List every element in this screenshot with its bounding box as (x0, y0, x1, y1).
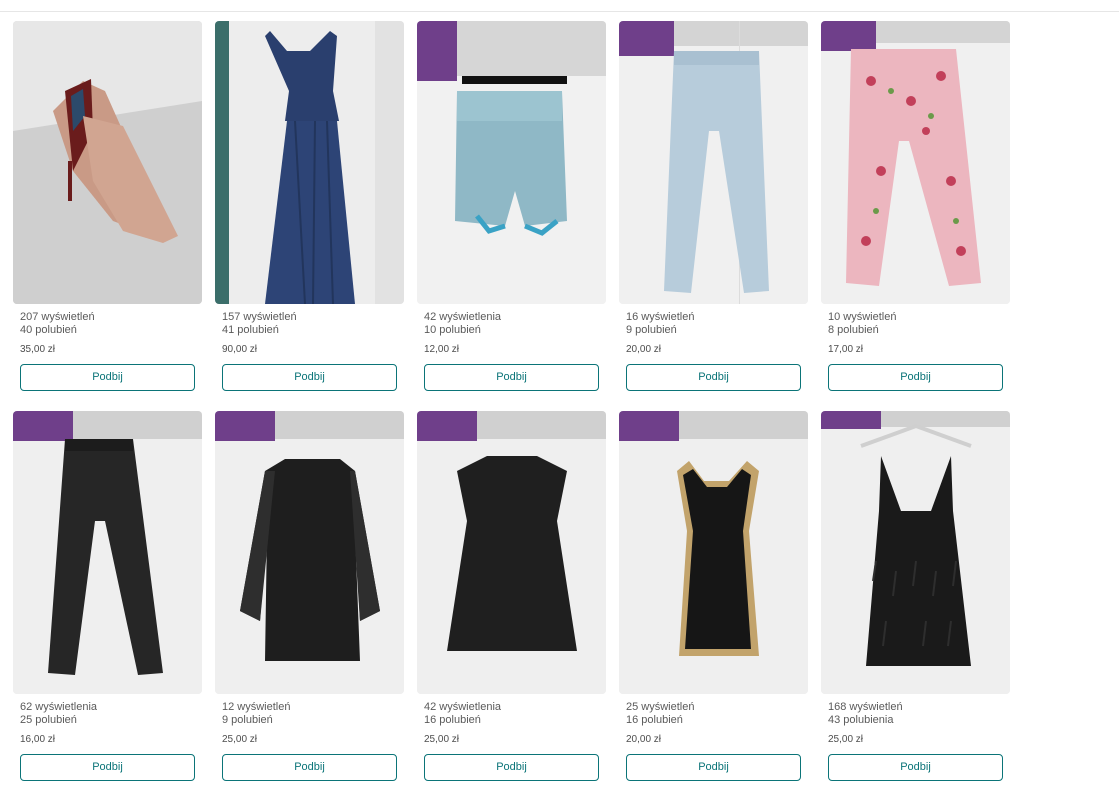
bump-button[interactable]: Podbij (626, 754, 801, 781)
item-card: 42 wyświetlenia 16 polubień 25,00 zł Pod… (417, 411, 606, 801)
pink-heels-image (13, 21, 202, 304)
item-price: 20,00 zł (626, 344, 662, 355)
likes-count: 16 polubień (424, 714, 481, 726)
likes-count: 9 polubień (626, 324, 677, 336)
views-count: 207 wyświetleń (20, 311, 95, 323)
black-jeans-image (13, 411, 202, 694)
bump-button[interactable]: Podbij (222, 364, 397, 391)
bump-button[interactable]: Podbij (20, 754, 195, 781)
item-photo-navy-gown[interactable] (215, 21, 404, 304)
item-photo-black-gold-trim-dress[interactable] (619, 411, 808, 694)
blue-shorts-image (417, 21, 606, 304)
item-stats: 16 wyświetleń 9 polubień (626, 311, 806, 337)
item-card: 25 wyświetleń 16 polubień 20,00 zł Podbi… (619, 411, 808, 801)
likes-count: 41 polubień (222, 324, 279, 336)
item-price: 17,00 zł (828, 344, 864, 355)
item-price: 25,00 zł (828, 734, 864, 745)
item-stats: 42 wyświetlenia 16 polubień (424, 701, 604, 727)
item-photo-floral-pants[interactable] (821, 21, 1010, 304)
views-count: 42 wyświetlenia (424, 701, 502, 713)
item-stats: 42 wyświetlenia 10 polubień (424, 311, 604, 337)
item-stats: 10 wyświetleń 8 polubień (828, 311, 1008, 337)
item-card: 12 wyświetleń 9 polubień 25,00 zł Podbij (215, 411, 404, 801)
item-stats: 168 wyświetleń 43 polubienia (828, 701, 1008, 727)
likes-count: 25 polubień (20, 714, 77, 726)
views-count: 16 wyświetleń (626, 311, 695, 323)
likes-count: 40 polubień (20, 324, 77, 336)
item-photo-blue-shorts[interactable] (417, 21, 606, 304)
item-stats: 207 wyświetleń 40 polubień (20, 311, 200, 337)
views-count: 10 wyświetleń (828, 311, 897, 323)
bump-button[interactable]: Podbij (424, 364, 599, 391)
header-divider (0, 11, 1119, 12)
likes-count: 8 polubień (828, 324, 879, 336)
bump-button[interactable]: Podbij (222, 754, 397, 781)
item-stats: 62 wyświetlenia 25 polubień (20, 701, 200, 727)
item-price: 20,00 zł (626, 734, 662, 745)
views-count: 12 wyświetleń (222, 701, 291, 713)
likes-count: 43 polubienia (828, 714, 894, 726)
item-photo-pink-heels[interactable] (13, 21, 202, 304)
bump-button[interactable]: Podbij (828, 754, 1003, 781)
item-price: 90,00 zł (222, 344, 258, 355)
item-card: 207 wyświetleń 40 polubień 35,00 zł Podb… (13, 21, 202, 411)
item-card: 157 wyświetleń 41 polubień 90,00 zł Podb… (215, 21, 404, 411)
item-price: 35,00 zł (20, 344, 56, 355)
black-lace-dress-image (215, 411, 404, 694)
item-card: 168 wyświetleń 43 polubienia 25,00 zł Po… (821, 411, 1010, 801)
light-jeans-image (619, 21, 808, 304)
bump-button[interactable]: Podbij (20, 364, 195, 391)
black-aline-dress-image (417, 411, 606, 694)
item-card: 42 wyświetlenia 10 polubień 12,00 zł Pod… (417, 21, 606, 411)
likes-count: 9 polubień (222, 714, 273, 726)
black-fringe-dress-image (821, 411, 1010, 694)
item-price: 16,00 zł (20, 734, 56, 745)
item-photo-black-coated-jeans[interactable] (13, 411, 202, 694)
item-price: 12,00 zł (424, 344, 460, 355)
bump-button[interactable]: Podbij (424, 754, 599, 781)
item-card: 10 wyświetleń 8 polubień 17,00 zł Podbij (821, 21, 1010, 411)
bump-button[interactable]: Podbij (626, 364, 801, 391)
item-stats: 12 wyświetleń 9 polubień (222, 701, 402, 727)
item-grid: 207 wyświetleń 40 polubień 35,00 zł Podb… (13, 21, 1010, 801)
views-count: 25 wyświetleń (626, 701, 695, 713)
bump-button[interactable]: Podbij (828, 364, 1003, 391)
item-photo-light-jeans[interactable] (619, 21, 808, 304)
item-card: 16 wyświetleń 9 polubień 20,00 zł Podbij (619, 21, 808, 411)
navy-gown-image (215, 21, 404, 304)
views-count: 62 wyświetlenia (20, 701, 98, 713)
item-photo-black-lace-sleeve-dress[interactable] (215, 411, 404, 694)
likes-count: 10 polubień (424, 324, 481, 336)
likes-count: 16 polubień (626, 714, 683, 726)
item-price: 25,00 zł (424, 734, 460, 745)
item-stats: 25 wyświetleń 16 polubień (626, 701, 806, 727)
views-count: 157 wyświetleń (222, 311, 297, 323)
item-price: 25,00 zł (222, 734, 258, 745)
item-stats: 157 wyświetleń 41 polubień (222, 311, 402, 337)
item-photo-black-fringe-dress[interactable] (821, 411, 1010, 694)
black-gold-dress-image (619, 411, 808, 694)
floral-pants-image (821, 21, 1010, 304)
views-count: 42 wyświetlenia (424, 311, 502, 323)
item-photo-black-aline-dress[interactable] (417, 411, 606, 694)
item-card: 62 wyświetlenia 25 polubień 16,00 zł Pod… (13, 411, 202, 801)
views-count: 168 wyświetleń (828, 701, 903, 713)
